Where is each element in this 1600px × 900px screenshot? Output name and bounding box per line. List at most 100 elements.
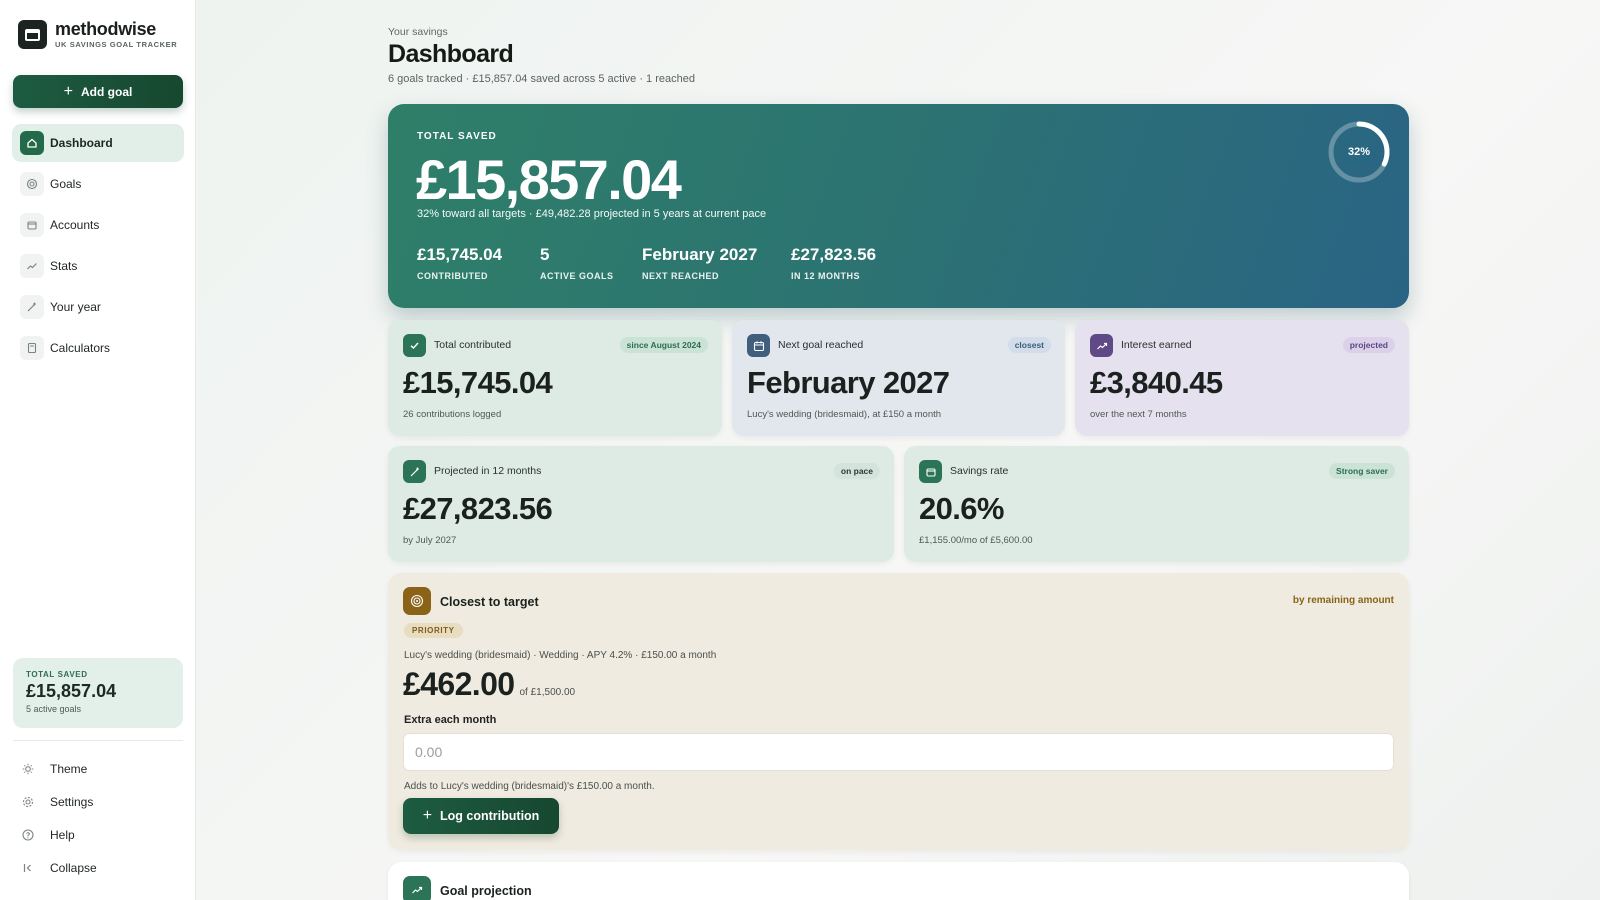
hero-value: £15,857.04 [416,148,682,211]
collapse-icon [18,858,38,878]
card-subtitle: by July 2027 [403,535,457,546]
target-icon [403,587,431,615]
hero-stat-value: £27,823.56 [791,245,877,264]
check-icon [403,334,426,357]
target-icon [20,172,44,196]
theme-label: Theme [50,761,88,776]
extra-monthly-help: Adds to Lucy's wedding (bridesmaid)'s £1… [404,781,655,792]
sidebar-item-label: Dashboard [50,136,113,150]
sort-label: by remaining amount [1292,595,1394,606]
sparkle-icon [20,295,44,319]
sidebar-item-calculators[interactable]: Calculators [12,329,184,367]
settings-button[interactable]: Settings [18,785,183,818]
closest-to-target-card: Closest to target by remaining amount PR… [388,573,1409,850]
card-subtitle: 26 contributions logged [403,409,502,420]
sparkle-icon [403,460,426,483]
hero-stat-value: £15,745.04 [417,245,503,264]
hero-stat-label: ACTIVE GOALS [540,271,614,281]
card-badge: projected [1342,337,1395,353]
priority-badge: PRIORITY [404,623,463,638]
total-saved-hero: TOTAL SAVED £15,857.04 32% toward all ta… [388,104,1409,308]
sidebar-item-your-year[interactable]: Your year [12,288,184,326]
home-icon [20,131,44,155]
hero-stat-label: IN 12 MONTHS [791,271,861,281]
goal-saved-amount: £462.00 [403,666,515,702]
goal-target-amount: of £1,500.00 [519,687,576,698]
hero-stat-contributed: £15,745.04 CONTRIBUTED [417,245,502,281]
plus-icon: + [63,82,73,100]
trend-up-icon [1090,334,1113,357]
card-badge: on pace [833,463,880,479]
interest-earned-card[interactable]: Interest earned projected £3,840.45 over… [1075,320,1409,436]
log-contribution-label: Log contribution [440,809,540,823]
card-badge: Strong saver [1329,463,1395,479]
sidebar-bottom: Theme Settings Help Collapse [18,752,183,884]
card-title: Projected in 12 months [434,465,542,477]
hero-stat-value: February 2027 [642,245,758,264]
sidebar-item-label: Your year [50,300,101,314]
add-goal-button[interactable]: + Add goal [13,75,183,108]
hero-stat-label: CONTRIBUTED [417,271,488,281]
hero-stat-next-reached: February 2027 NEXT REACHED [642,245,757,281]
sidebar-item-label: Calculators [50,341,111,355]
hero-stat-12-months: £27,823.56 IN 12 MONTHS [791,245,876,281]
hero-stat-value: 5 [540,245,550,264]
goal-projection-card: Goal projection [388,862,1409,900]
sidebar-item-label: Goals [50,177,82,191]
help-button[interactable]: Help [18,818,183,851]
sidebar-total-label: TOTAL SAVED [26,670,88,679]
sidebar-item-goals[interactable]: Goals [12,165,184,203]
page-title: Dashboard [388,40,514,68]
sidebar-nav: Dashboard Goals Accounts Stats Your year [12,124,184,370]
extra-monthly-label: Extra each month [404,714,497,726]
card-subtitle: Lucy's wedding (bridesmaid), at £150 a m… [747,409,942,420]
help-label: Help [50,827,75,842]
wallet-icon [20,213,44,237]
total-contributed-card[interactable]: Total contributed since August 2024 £15,… [388,320,722,436]
settings-label: Settings [50,794,94,809]
progress-ring: 32% [1326,119,1392,185]
card-subtitle: £1,155.00/mo of £5,600.00 [919,535,1033,546]
sidebar-divider [13,740,183,741]
sidebar-item-accounts[interactable]: Accounts [12,206,184,244]
sidebar-item-dashboard[interactable]: Dashboard [12,124,184,162]
collapse-button[interactable]: Collapse [18,851,183,884]
card-value: £3,840.45 [1090,365,1223,400]
sidebar-item-label: Accounts [50,218,100,232]
hero-label: TOTAL SAVED [417,131,497,142]
brand-name: methodwise [55,19,157,39]
sidebar: methodwise UK SAVINGS GOAL TRACKER + Add… [0,0,196,900]
hero-subtitle: 32% toward all targets · £49,482.28 proj… [417,208,767,220]
next-goal-card[interactable]: Next goal reached closest February 2027 … [732,320,1065,436]
card-value: £15,745.04 [403,365,553,400]
card-title: Goal projection [440,884,532,898]
sun-icon [18,759,38,779]
page-subtitle: 6 goals tracked · £15,857.04 saved acros… [388,73,695,85]
trend-icon [20,254,44,278]
card-title: Closest to target [440,595,539,609]
card-value: February 2027 [747,365,950,400]
calculator-icon [20,336,44,360]
extra-monthly-input[interactable] [403,733,1394,771]
progress-ring-label: 32% [1347,146,1371,158]
calendar-icon [747,334,770,357]
card-title: Next goal reached [778,339,864,351]
goal-amount: £462.00 of £1,500.00 [403,666,575,703]
wallet-icon [919,460,942,483]
sidebar-item-stats[interactable]: Stats [12,247,184,285]
savings-rate-card[interactable]: Savings rate Strong saver 20.6% £1,155.0… [904,446,1409,562]
breadcrumb: Your savings [388,26,448,38]
card-subtitle: over the next 7 months [1090,409,1187,420]
brand[interactable]: methodwise UK SAVINGS GOAL TRACKER [18,20,177,49]
collapse-label: Collapse [50,860,97,875]
projected-12-months-card[interactable]: Projected in 12 months on pace £27,823.5… [388,446,894,562]
brand-logo-icon [18,20,47,49]
card-title: Savings rate [950,465,1009,477]
card-title: Total contributed [434,339,512,351]
gear-icon [18,792,38,812]
theme-button[interactable]: Theme [18,752,183,785]
sidebar-item-label: Stats [50,259,78,273]
hero-stat-active-goals: 5 ACTIVE GOALS [540,245,614,281]
log-contribution-button[interactable]: + Log contribution [403,798,559,834]
help-icon [18,825,38,845]
